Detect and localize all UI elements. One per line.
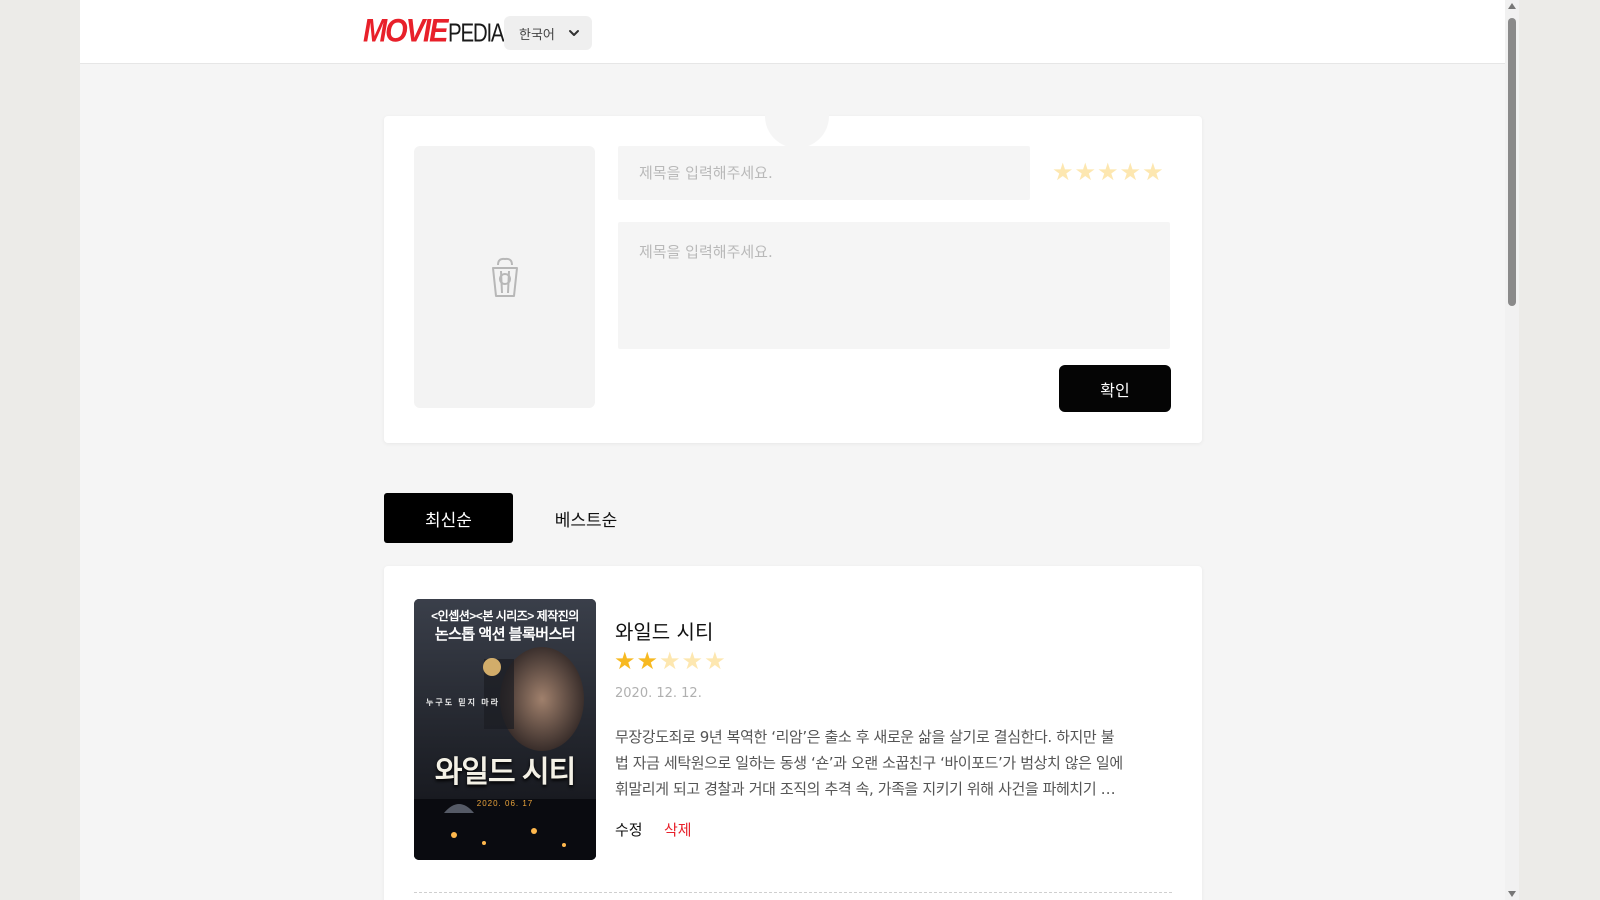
review-body-line: 휘말리게 되고 경찰과 거대 조직의 추격 속, 가족을 지키기 위해 사건을 … (615, 780, 1116, 798)
logo-pedia-text: PEDIA (448, 18, 505, 48)
review-form-card: ★ ★ ★ ★ ★ 확인 (384, 84, 1202, 443)
poster-date: 2020. 06. 17 (476, 799, 534, 808)
review-body-line: 무장강도죄로 9년 복역한 ‘리암’은 출소 후 새로운 삶을 살기로 결심한다… (615, 728, 1115, 746)
scroll-down-arrow-icon[interactable] (1508, 891, 1516, 897)
language-select[interactable]: 한국어 (504, 16, 592, 50)
divider (414, 892, 1172, 893)
rating-star-1[interactable]: ★ (1052, 160, 1074, 184)
confirm-button[interactable]: 확인 (1059, 365, 1171, 412)
review-rating: ★ ★ ★ ★ ★ (614, 649, 726, 673)
edit-button[interactable]: 수정 (615, 819, 643, 840)
review-item: <인셉션><본 시리즈> 제작진의 논스톱 액션 블록버스터 누구도 믿지 마라… (384, 566, 1202, 900)
header: MOVIE PEDIA 한국어 (80, 0, 1505, 64)
rating-star-4[interactable]: ★ (1120, 160, 1142, 184)
card-notch (765, 84, 829, 148)
rating-star: ★ (636, 647, 659, 675)
review-body: 무장강도죄로 9년 복역한 ‘리암’은 출소 후 새로운 삶을 살기로 결심한다… (615, 724, 1167, 802)
popcorn-icon (491, 257, 518, 297)
review-date: 2020. 12. 12. (615, 686, 702, 701)
delete-button[interactable]: 삭제 (664, 819, 692, 840)
rating-star: ★ (704, 647, 726, 675)
rating-star-3[interactable]: ★ (1097, 160, 1119, 184)
chevron-down-icon (569, 30, 579, 36)
scroll-up-arrow-icon[interactable] (1508, 3, 1516, 9)
language-select-value: 한국어 (519, 27, 555, 43)
poster-upload[interactable] (414, 146, 595, 408)
poster-title: 와일드 시티 (434, 756, 576, 789)
review-title: 와일드 시티 (615, 620, 714, 644)
content-textarea[interactable] (618, 222, 1170, 349)
scrollbar-thumb[interactable] (1508, 18, 1516, 306)
title-input[interactable] (618, 146, 1030, 200)
rating-star-2[interactable]: ★ (1075, 160, 1097, 184)
rating-input[interactable]: ★ ★ ★ ★ ★ (1052, 160, 1164, 184)
rating-star: ★ (659, 647, 681, 675)
rating-star: ★ (614, 647, 636, 675)
movie-poster: <인셉션><본 시리즈> 제작진의 논스톱 액션 블록버스터 누구도 믿지 마라… (414, 599, 596, 860)
page: MOVIE PEDIA 한국어 ★ (80, 0, 1505, 900)
vertical-scrollbar[interactable] (1505, 0, 1519, 900)
poster-top-line1: <인셉션><본 시리즈> 제작진의 (431, 609, 579, 623)
rating-star-5[interactable]: ★ (1142, 160, 1164, 184)
logo-movie-text: MOVIE (363, 13, 448, 50)
moviepedia-logo[interactable]: MOVIE PEDIA (363, 14, 516, 48)
poster-top-line2: 논스톱 액션 블록버스터 (434, 626, 576, 643)
review-body-line: 법 자금 세탁원으로 일하는 동생 ‘숀’과 오랜 소꿉친구 ‘바이포드’가 범… (615, 754, 1123, 772)
tab-best[interactable]: 베스트순 (526, 493, 646, 543)
tab-latest[interactable]: 최신순 (384, 493, 513, 543)
rating-star: ★ (681, 647, 704, 675)
poster-tagline: 누구도 믿지 마라 (426, 698, 500, 707)
